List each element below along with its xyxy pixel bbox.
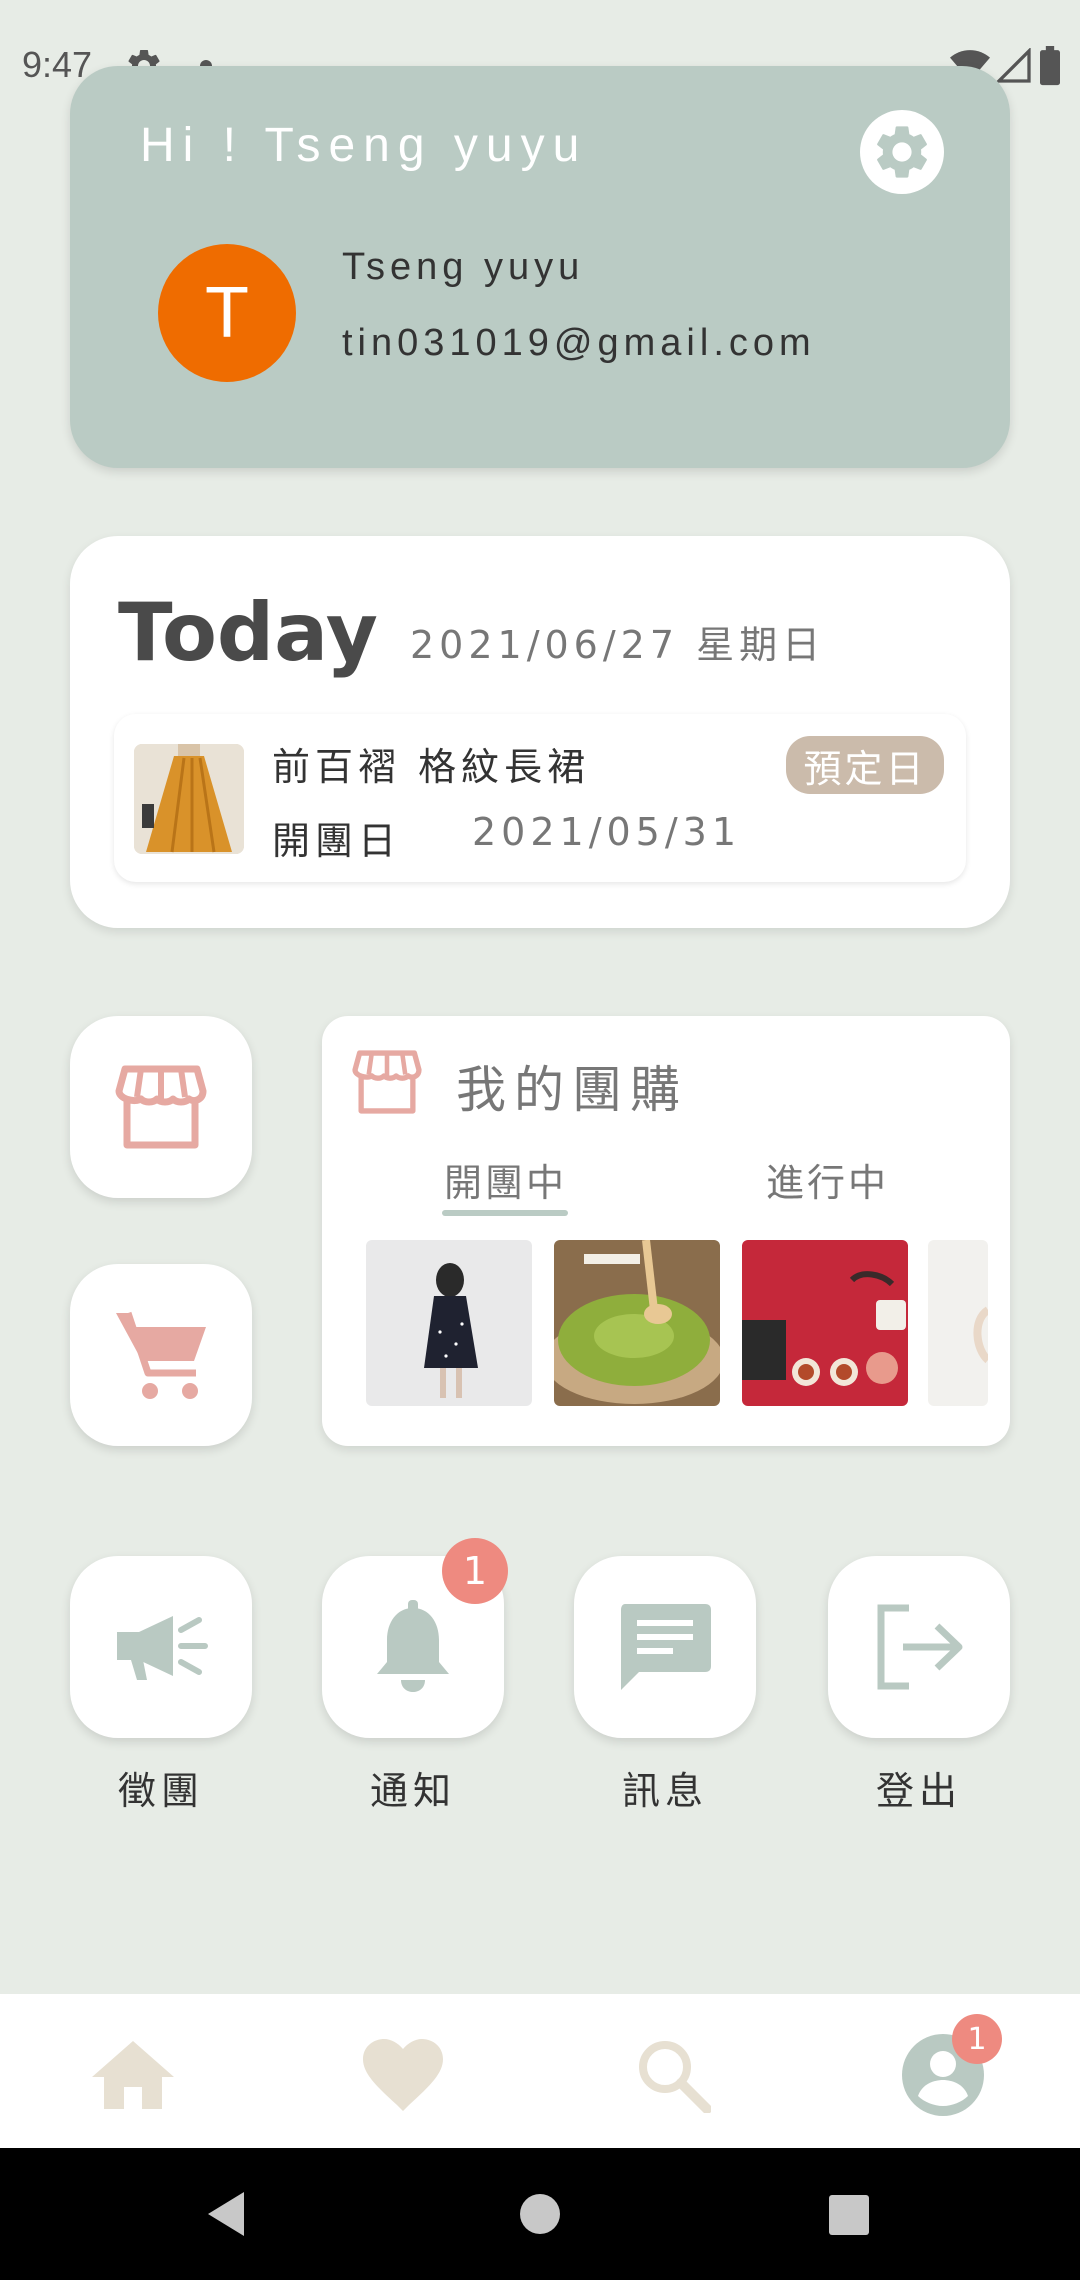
settings-button[interactable] <box>860 110 944 194</box>
scheduled-date-badge: 預定日 <box>786 736 944 794</box>
notification-count-badge: 1 <box>442 1538 508 1604</box>
recruit-group-button[interactable] <box>70 1556 252 1738</box>
search-icon <box>639 2041 711 2113</box>
gear-icon <box>877 126 927 178</box>
notifications-label: 通知 <box>369 1769 456 1813</box>
group-thumbnail-matcha-roll[interactable] <box>554 1240 720 1406</box>
messages-label: 訊息 <box>621 1769 708 1813</box>
battery-icon <box>1040 46 1060 86</box>
status-time: 9:47 <box>22 44 93 85</box>
megaphone-icon <box>117 1616 208 1680</box>
group-thumbnail-dress[interactable] <box>366 1240 532 1406</box>
logout-button[interactable] <box>828 1556 1010 1738</box>
today-date: 2021/06/27 星期日 <box>410 623 826 667</box>
store-button[interactable] <box>70 1016 252 1198</box>
profile-notification-badge: 1 <box>952 2014 1002 2064</box>
back-icon[interactable] <box>204 2190 248 2238</box>
recruit-group-label: 徵團 <box>117 1769 204 1813</box>
group-thumbnail-partial[interactable] <box>928 1240 988 1406</box>
home-icon <box>92 2041 174 2109</box>
user-email: tin031019@gmail.com <box>342 322 816 364</box>
tab-opening[interactable]: 開團中 <box>444 1152 567 1207</box>
my-groups-card: 我的團購 開團中 進行中 <box>322 1016 1010 1446</box>
profile-card: Hi ! Tseng yuyu T Tseng yuyu tin031019@g… <box>70 66 1010 468</box>
event-open-label: 開團日 <box>272 819 402 863</box>
event-open-date: 2021/05/31 <box>472 810 742 854</box>
my-groups-title: 我的團購 <box>456 1061 688 1119</box>
storefront-icon <box>352 1050 422 1114</box>
today-card: Today 2021/06/27 星期日 前百褶 格紋長裙 開團日 2021/0… <box>70 536 1010 928</box>
logout-icon <box>877 1604 963 1690</box>
nav-search[interactable] <box>628 2030 718 2120</box>
today-title: Today <box>118 586 378 679</box>
tab-in-progress[interactable]: 進行中 <box>766 1152 889 1207</box>
bottom-navigation <box>0 1994 1080 2148</box>
user-name: Tseng yuyu <box>342 246 585 288</box>
greeting-text: Hi ! Tseng yuyu <box>140 119 588 172</box>
today-event-item[interactable]: 前百褶 格紋長裙 開團日 2021/05/31 預定日 <box>114 714 966 882</box>
active-tab-indicator <box>442 1210 568 1216</box>
home-circle-icon[interactable] <box>518 2192 562 2236</box>
nav-home[interactable] <box>88 2030 178 2120</box>
storefront-icon <box>115 1065 207 1149</box>
bell-icon <box>377 1600 449 1692</box>
cart-icon <box>116 1311 206 1399</box>
signal-icon <box>996 48 1031 83</box>
system-navigation-bar <box>0 2148 1080 2280</box>
recents-square-icon[interactable] <box>828 2194 870 2236</box>
group-thumbnail-tea-set[interactable] <box>742 1240 908 1406</box>
cart-button[interactable] <box>70 1264 252 1446</box>
event-name: 前百褶 格紋長裙 <box>272 745 591 789</box>
message-icon <box>621 1604 711 1690</box>
heart-icon <box>363 2039 443 2111</box>
nav-favorites[interactable] <box>358 2030 448 2120</box>
logout-label: 登出 <box>875 1769 962 1813</box>
skirt-thumbnail <box>134 744 244 854</box>
messages-button[interactable] <box>574 1556 756 1738</box>
avatar[interactable]: T <box>158 244 296 382</box>
